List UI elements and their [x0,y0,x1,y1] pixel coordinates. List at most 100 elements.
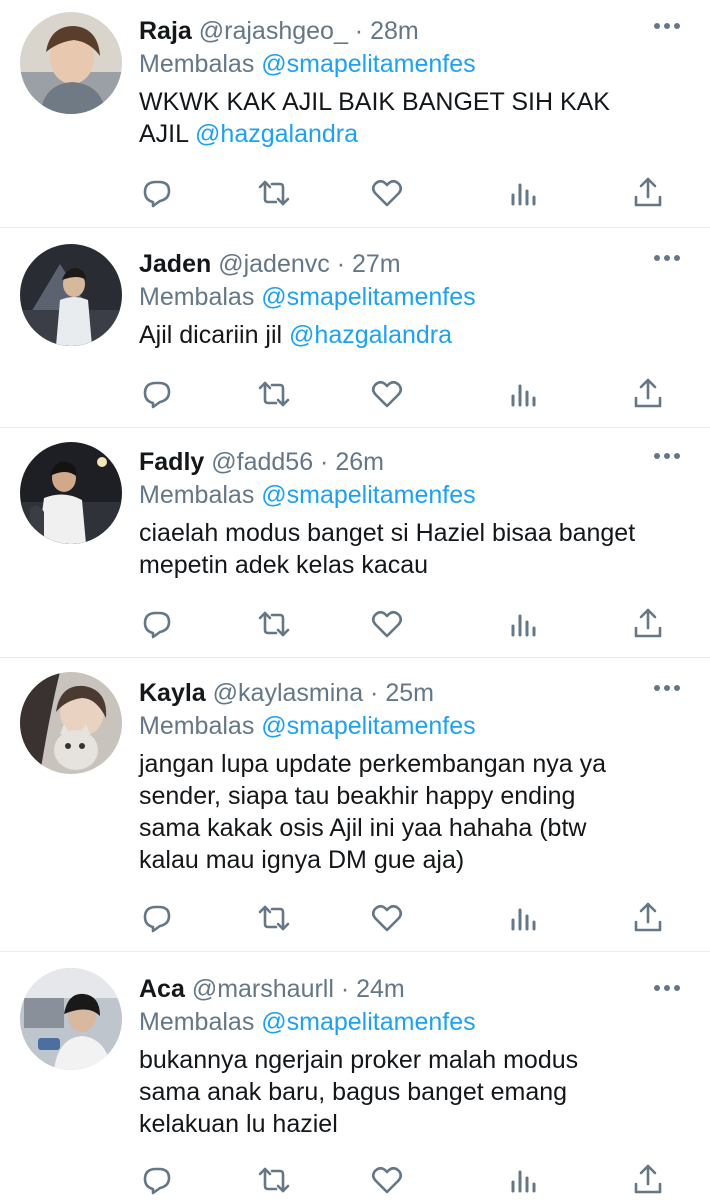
reply-feed: Raja @rajashgeo_ · 28m Membalas @smapeli… [0,0,710,1200]
display-name[interactable]: Kayla [139,679,206,707]
retweet-icon[interactable] [256,606,292,642]
user-handle[interactable]: @marshaurll [192,975,334,1003]
tweet-text-body: bukannya ngerjain proker malah modus sam… [139,1046,579,1138]
replying-to-mention[interactable]: @smapelitamenfes [261,712,475,740]
tweet[interactable]: Raja @rajashgeo_ · 28m Membalas @smapeli… [0,0,710,228]
tweet-mention[interactable]: @hazgalandra [289,321,452,349]
analytics-icon[interactable] [505,1162,541,1198]
share-icon[interactable] [630,900,666,936]
user-handle[interactable]: @fadd56 [211,448,313,476]
tweet-text: WKWK KAK AJIL BAIK BANGET SIH KAK AJIL @… [139,86,640,150]
tweet-mention[interactable]: @hazgalandra [195,120,358,148]
reply-icon[interactable] [139,376,175,412]
replying-to-mention[interactable]: @smapelitamenfes [261,1008,475,1036]
tweet-text: bukannya ngerjain proker malah modus sam… [139,1044,640,1140]
tweet-header: Fadly @fadd56 · 26m [139,445,640,479]
tweet-text: Ajil dicariin jil @hazgalandra [139,319,640,351]
reply-icon[interactable] [139,1162,175,1198]
replying-to-mention[interactable]: @smapelitamenfes [261,481,475,509]
replying-to-label: Membalas [139,1008,262,1036]
more-icon[interactable] [652,16,682,36]
share-icon[interactable] [630,376,666,412]
replying-to-label: Membalas [139,481,262,509]
reply-icon[interactable] [139,606,175,642]
separator: · [313,448,336,476]
tweet-text: ciaelah modus banget si Haziel bisaa ban… [139,517,640,581]
more-icon[interactable] [652,248,682,268]
analytics-icon[interactable] [505,606,541,642]
separator: · [347,17,371,45]
tweet-text-body: ciaelah modus banget si Haziel bisaa ban… [139,519,636,579]
separator: · [363,679,386,707]
retweet-icon[interactable] [256,1162,292,1198]
like-icon[interactable] [369,175,405,211]
tweet-header: Raja @rajashgeo_ · 28m [139,14,640,48]
tweet[interactable]: Kayla @kaylasmina · 25m Membalas @smapel… [0,658,710,952]
more-icon[interactable] [652,678,682,698]
replying-to-mention[interactable]: @smapelitamenfes [261,50,475,78]
tweet-text: jangan lupa update perkembangan nya ya s… [139,748,640,876]
avatar[interactable] [20,244,122,346]
retweet-icon[interactable] [256,376,292,412]
replying-to: Membalas @smapelitamenfes [139,1006,640,1038]
display-name[interactable]: Fadly [139,448,204,476]
avatar[interactable] [20,968,122,1070]
share-icon[interactable] [630,1162,666,1198]
tweet[interactable]: Aca @marshaurll · 24m Membalas @smapelit… [0,952,710,1200]
timestamp[interactable]: 27m [352,250,401,278]
tweet-content: Kayla @kaylasmina · 25m Membalas @smapel… [139,676,640,876]
display-name[interactable]: Raja [139,17,192,45]
replying-to-mention[interactable]: @smapelitamenfes [261,283,475,311]
separator: · [329,250,352,278]
tweet-content: Raja @rajashgeo_ · 28m Membalas @smapeli… [139,14,640,150]
share-icon[interactable] [630,175,666,211]
replying-to: Membalas @smapelitamenfes [139,48,640,80]
user-handle[interactable]: @kaylasmina [213,679,363,707]
replying-to-label: Membalas [139,50,262,78]
analytics-icon[interactable] [505,376,541,412]
action-bar [139,900,664,936]
timestamp[interactable]: 28m [370,17,419,45]
user-handle[interactable]: @jadenvc [218,250,330,278]
more-icon[interactable] [652,446,682,466]
tweet-content: Aca @marshaurll · 24m Membalas @smapelit… [139,972,640,1140]
separator: · [333,975,357,1003]
avatar[interactable] [20,442,122,544]
tweet-text-body: Ajil dicariin jil [139,321,290,349]
more-icon[interactable] [652,978,682,998]
replying-to: Membalas @smapelitamenfes [139,710,640,742]
replying-to: Membalas @smapelitamenfes [139,281,640,313]
analytics-icon[interactable] [505,900,541,936]
retweet-icon[interactable] [256,175,292,211]
action-bar [139,376,664,412]
replying-to: Membalas @smapelitamenfes [139,479,640,511]
avatar[interactable] [20,12,122,114]
reply-icon[interactable] [139,175,175,211]
display-name[interactable]: Jaden [139,250,211,278]
timestamp[interactable]: 25m [385,679,434,707]
timestamp[interactable]: 26m [335,448,384,476]
analytics-icon[interactable] [505,175,541,211]
display-name[interactable]: Aca [139,975,185,1003]
tweet-content: Jaden @jadenvc · 27m Membalas @smapelita… [139,247,640,351]
action-bar [139,606,664,642]
reply-icon[interactable] [139,900,175,936]
like-icon[interactable] [369,606,405,642]
tweet-header: Jaden @jadenvc · 27m [139,247,640,281]
tweet-header: Kayla @kaylasmina · 25m [139,676,640,710]
retweet-icon[interactable] [256,900,292,936]
like-icon[interactable] [369,900,405,936]
replying-to-label: Membalas [139,712,262,740]
timestamp[interactable]: 24m [356,975,405,1003]
like-icon[interactable] [369,376,405,412]
action-bar [139,175,664,211]
tweet-content: Fadly @fadd56 · 26m Membalas @smapelitam… [139,445,640,581]
avatar[interactable] [20,672,122,774]
replying-to-label: Membalas [139,283,262,311]
share-icon[interactable] [630,606,666,642]
tweet[interactable]: Fadly @fadd56 · 26m Membalas @smapelitam… [0,428,710,658]
tweet[interactable]: Jaden @jadenvc · 27m Membalas @smapelita… [0,228,710,428]
tweet-text-body: jangan lupa update perkembangan nya ya s… [139,750,607,874]
like-icon[interactable] [369,1162,405,1198]
user-handle[interactable]: @rajashgeo_ [199,17,348,45]
